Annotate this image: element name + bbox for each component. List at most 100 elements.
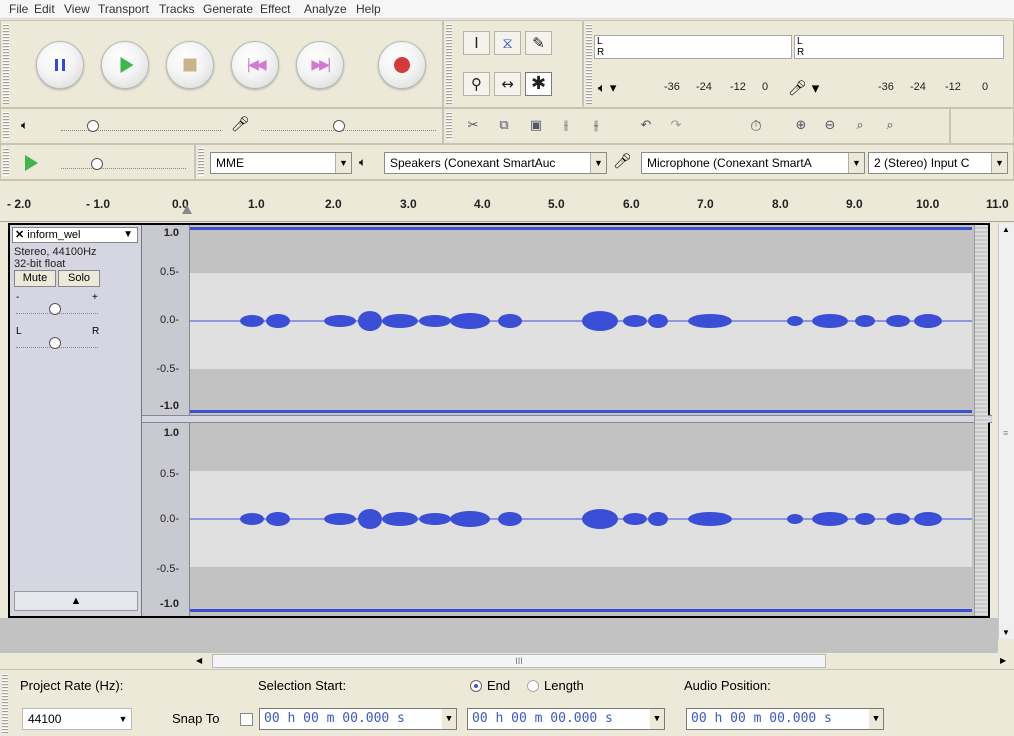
gain-slider[interactable] <box>16 300 98 315</box>
timeline-ruler[interactable]: - 2.0 - 1.0 0.0 1.0 2.0 3.0 4.0 5.0 6.0 … <box>0 180 1014 222</box>
input-channels-select[interactable]: 2 (Stereo) Input C ▼ <box>868 152 1008 174</box>
menu-effect[interactable]: Effect <box>260 2 290 16</box>
horizontal-scroll-thumb[interactable]: III <box>212 654 826 668</box>
menu-generate[interactable]: Generate <box>203 2 253 16</box>
ruler-label: - 1.0 <box>86 197 111 211</box>
selection-end-field[interactable]: 00 h 00 m 00.000 s ▼ <box>467 708 665 730</box>
record-button[interactable] <box>378 41 426 89</box>
undo-icon[interactable]: ↶ <box>634 114 658 138</box>
slider-thumb[interactable] <box>91 158 103 170</box>
length-radio[interactable] <box>527 680 539 692</box>
paste-icon[interactable]: ▣ <box>524 114 548 138</box>
trim-icon[interactable]: ⫲ <box>554 114 578 138</box>
speaker-icon[interactable]: 🔈︎ ▾ <box>598 81 616 96</box>
zoom-tool[interactable]: ⚲ <box>463 72 490 96</box>
microphone-icon[interactable]: 🎤︎ ▾ <box>788 79 819 97</box>
scroll-up-icon[interactable]: ▲ <box>1002 225 1010 234</box>
empty-track-space[interactable] <box>0 618 998 653</box>
menu-transport[interactable]: Transport <box>98 2 149 16</box>
horizontal-scroll-row: ◀ III ▶ <box>0 653 1014 669</box>
right-channel-waveform[interactable] <box>190 423 972 616</box>
ruler-label: 3.0 <box>400 197 417 211</box>
toolbar-grip[interactable] <box>198 148 204 176</box>
toolbar-grip[interactable] <box>446 112 452 140</box>
draw-tool[interactable]: ✎ <box>525 31 552 55</box>
chevron-down-icon[interactable]: ▼ <box>442 709 456 729</box>
end-radio[interactable] <box>470 680 482 692</box>
multi-tool[interactable]: ✱ <box>525 72 552 96</box>
end-label: End <box>487 678 511 693</box>
menu-help[interactable]: Help <box>356 2 381 16</box>
slider-thumb[interactable] <box>49 337 61 349</box>
fit-project-icon[interactable]: ⌕ <box>878 114 902 138</box>
silence-icon[interactable]: ⫳ <box>584 114 608 138</box>
selection-tool[interactable]: I <box>463 31 490 55</box>
toolbar-grip[interactable] <box>586 24 592 104</box>
toolbar-grip[interactable] <box>2 674 8 734</box>
timeshift-tool[interactable]: ↔ <box>494 72 521 96</box>
track-resize-handle[interactable] <box>974 225 988 616</box>
speaker-icon: 🔈︎ <box>359 155 367 169</box>
stop-button[interactable] <box>166 41 214 89</box>
slider-thumb[interactable] <box>333 120 345 132</box>
slider-thumb[interactable] <box>49 303 61 315</box>
left-channel-waveform[interactable] <box>190 225 972 415</box>
selection-start-field[interactable]: 00 h 00 m 00.000 s ▼ <box>259 708 457 730</box>
menu-tracks[interactable]: Tracks <box>159 2 195 16</box>
track-name-menu[interactable]: ✕ inform_wel ▼ <box>12 227 138 243</box>
chevron-down-icon[interactable]: ▼ <box>869 709 883 729</box>
host-select[interactable]: MME ▼ <box>210 152 352 174</box>
play-button[interactable] <box>101 41 149 89</box>
pause-button[interactable] <box>36 41 84 89</box>
mute-button[interactable]: Mute <box>14 270 56 287</box>
skip-start-button[interactable]: |◀◀ <box>231 41 279 89</box>
meter-tick: -12 <box>730 81 746 93</box>
play-at-speed-icon[interactable] <box>25 155 38 171</box>
pan-slider[interactable] <box>16 334 98 349</box>
output-device-select[interactable]: Speakers (Conexant SmartAuc ▼ <box>384 152 607 174</box>
fit-selection-icon[interactable]: ⌕ <box>848 114 872 138</box>
menu-view[interactable]: View <box>64 2 90 16</box>
meter-channel-left: L <box>797 36 803 47</box>
collapse-track-button[interactable]: ▲ <box>14 591 138 611</box>
menu-file[interactable]: File <box>9 2 28 16</box>
selection-start-value: 00 h 00 m 00.000 s <box>264 711 405 726</box>
audio-position-field[interactable]: 00 h 00 m 00.000 s ▼ <box>686 708 884 730</box>
menu-analyze[interactable]: Analyze <box>304 2 347 16</box>
copy-icon[interactable]: ⧉ <box>492 114 516 138</box>
toolbar-grip[interactable] <box>3 24 9 104</box>
output-volume-slider[interactable] <box>61 117 221 132</box>
play-icon <box>120 57 134 73</box>
toolbar-grip[interactable] <box>3 148 9 176</box>
scroll-right-icon[interactable]: ▶ <box>1000 656 1006 665</box>
meter-channel-right: R <box>797 47 805 58</box>
solo-button[interactable]: Solo <box>58 270 100 287</box>
cut-icon[interactable]: ✂ <box>461 114 485 138</box>
close-icon[interactable]: ✕ <box>15 229 27 241</box>
toolbar-grip[interactable] <box>446 24 452 104</box>
sync-lock-icon[interactable]: ⏱ <box>744 114 768 138</box>
scroll-down-icon[interactable]: ▼ <box>1002 628 1010 637</box>
menu-edit[interactable]: Edit <box>34 2 55 16</box>
ruler-label: 4.0 <box>474 197 491 211</box>
input-volume-slider[interactable] <box>261 117 436 132</box>
playback-meter[interactable]: L R <box>594 35 792 59</box>
asterisk-icon: ✱ <box>530 73 547 94</box>
scroll-left-icon[interactable]: ◀ <box>196 656 202 665</box>
vertical-scrollbar[interactable]: ▲ ≡ ▼ <box>998 223 1014 639</box>
recording-meter[interactable]: L R <box>794 35 1004 59</box>
play-speed-slider[interactable] <box>61 155 186 170</box>
project-rate-select[interactable]: 44100 ▼ <box>22 708 132 730</box>
ruler-label: - 2.0 <box>7 197 32 211</box>
toolbar-grip[interactable] <box>3 112 9 140</box>
input-device-select[interactable]: Microphone (Conexant SmartA ▼ <box>641 152 865 174</box>
skip-end-button[interactable]: ▶▶| <box>296 41 344 89</box>
playhead-icon[interactable] <box>182 205 192 214</box>
snap-to-checkbox[interactable] <box>240 713 253 726</box>
envelope-tool[interactable]: ⧖ <box>494 31 521 55</box>
slider-thumb[interactable] <box>87 120 99 132</box>
zoom-out-icon[interactable]: ⊖ <box>818 114 842 138</box>
chevron-down-icon[interactable]: ▼ <box>650 709 664 729</box>
redo-icon[interactable]: ↷ <box>664 114 688 138</box>
zoom-in-icon[interactable]: ⊕ <box>789 114 813 138</box>
